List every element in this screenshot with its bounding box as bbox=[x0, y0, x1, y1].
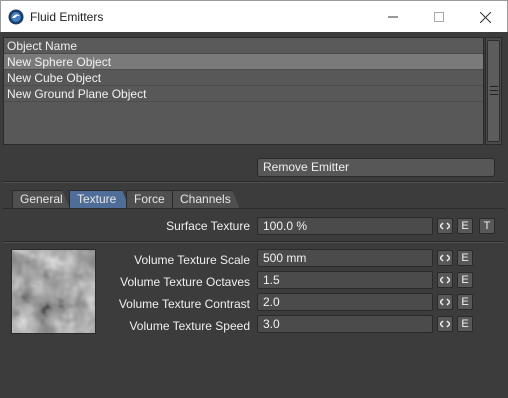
envelope-button[interactable] bbox=[437, 218, 453, 234]
list-item[interactable]: New Ground Plane Object bbox=[4, 86, 483, 102]
tab-general[interactable]: General bbox=[12, 190, 70, 209]
volume-texture-contrast-label: Volume Texture Contrast bbox=[118, 297, 250, 311]
scrollbar-thumb[interactable] bbox=[487, 40, 500, 142]
volume-texture-scale-field[interactable]: 500 mm bbox=[257, 249, 433, 267]
volume-texture-octaves-label: Volume Texture Octaves bbox=[120, 275, 250, 289]
envelope-icon bbox=[438, 276, 452, 284]
envelope-icon bbox=[438, 298, 452, 306]
maximize-button[interactable] bbox=[416, 1, 462, 33]
volume-texture-speed-e-button[interactable]: E bbox=[457, 316, 473, 332]
minimize-icon bbox=[388, 16, 398, 18]
surface-texture-t-button[interactable]: T bbox=[479, 218, 495, 234]
title-bar: Fluid Emitters bbox=[0, 0, 508, 32]
envelope-button[interactable] bbox=[437, 316, 453, 332]
volume-texture-octaves-field[interactable]: 1.5 bbox=[257, 271, 433, 289]
volume-texture-octaves-e-button[interactable]: E bbox=[457, 272, 473, 288]
tab-texture[interactable]: Texture bbox=[69, 190, 130, 209]
tab-underline bbox=[3, 208, 505, 209]
close-icon bbox=[479, 11, 491, 23]
list-item[interactable]: New Cube Object bbox=[4, 70, 483, 86]
app-icon bbox=[8, 9, 24, 25]
object-list: Object Name New Sphere Object New Cube O… bbox=[3, 37, 484, 145]
maximize-icon bbox=[434, 12, 444, 22]
volume-texture-contrast-e-button[interactable]: E bbox=[457, 294, 473, 310]
surface-texture-e-button[interactable]: E bbox=[457, 218, 473, 234]
object-list-scrollbar[interactable] bbox=[485, 37, 502, 145]
surface-texture-label: Surface Texture bbox=[166, 219, 250, 233]
envelope-icon bbox=[438, 320, 452, 328]
volume-texture-speed-field[interactable]: 3.0 bbox=[257, 315, 433, 333]
envelope-button[interactable] bbox=[437, 294, 453, 310]
envelope-icon bbox=[438, 254, 452, 262]
volume-texture-scale-e-button[interactable]: E bbox=[457, 250, 473, 266]
object-list-header[interactable]: Object Name bbox=[4, 38, 483, 54]
surface-texture-field[interactable]: 100.0 % bbox=[257, 217, 433, 235]
close-button[interactable] bbox=[462, 1, 508, 33]
remove-emitter-button[interactable]: Remove Emitter bbox=[257, 158, 495, 177]
volume-texture-scale-label: Volume Texture Scale bbox=[134, 253, 250, 267]
volume-texture-contrast-field[interactable]: 2.0 bbox=[257, 293, 433, 311]
tab-bar: General Texture Force Channels bbox=[12, 190, 502, 209]
divider bbox=[3, 241, 505, 243]
list-item[interactable]: New Sphere Object bbox=[4, 54, 483, 70]
volume-texture-speed-label: Volume Texture Speed bbox=[129, 319, 250, 333]
tab-channels[interactable]: Channels bbox=[172, 190, 240, 209]
grip-icon bbox=[490, 86, 498, 98]
envelope-icon bbox=[438, 222, 452, 230]
envelope-button[interactable] bbox=[437, 250, 453, 266]
envelope-button[interactable] bbox=[437, 272, 453, 288]
window-title: Fluid Emitters bbox=[30, 10, 104, 24]
divider bbox=[3, 181, 505, 183]
minimize-button[interactable] bbox=[370, 1, 416, 33]
